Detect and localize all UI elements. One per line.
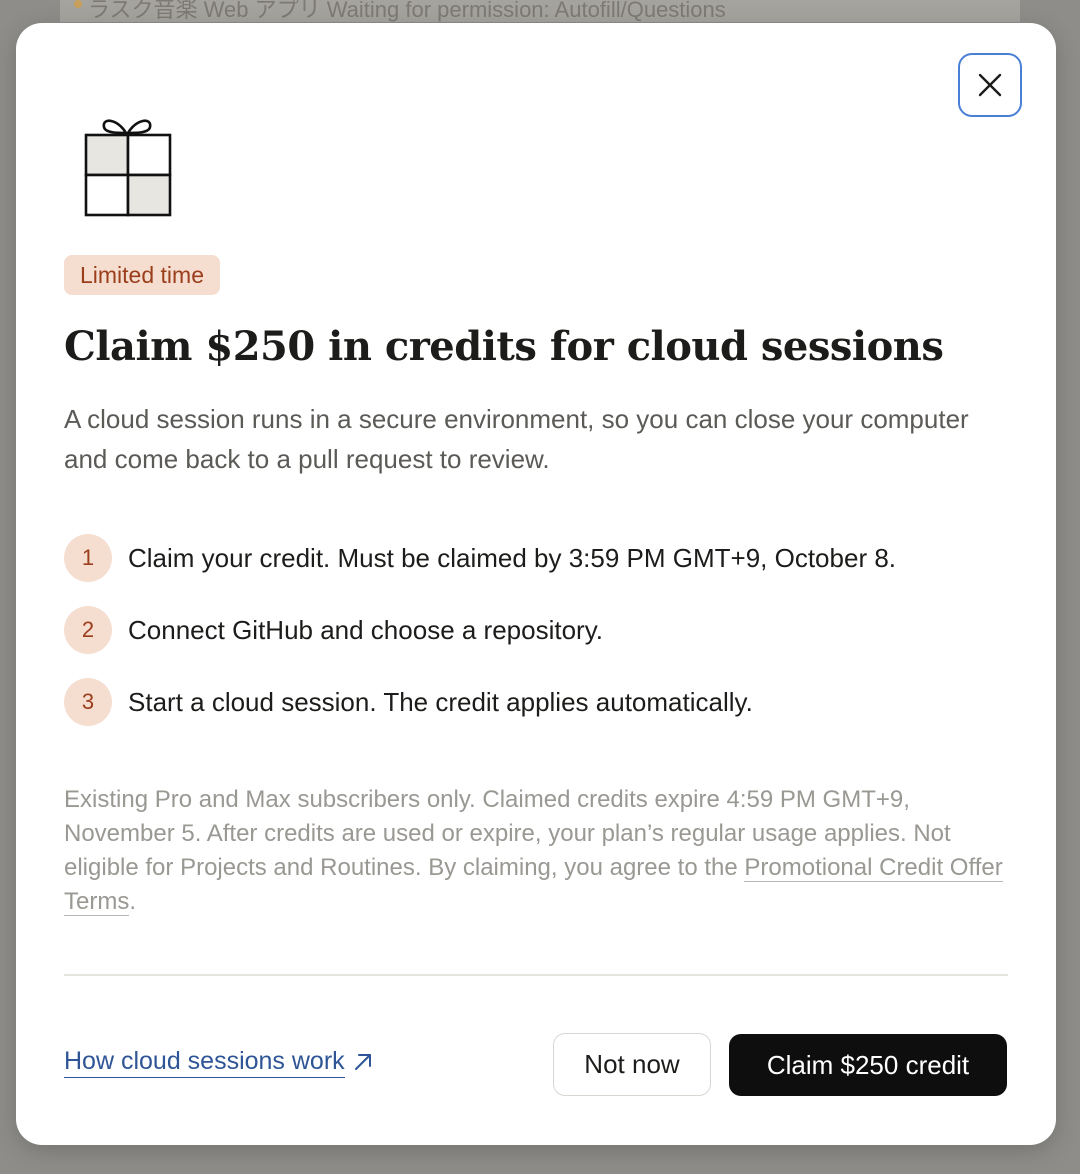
step-number: 3 — [64, 678, 112, 726]
not-now-button[interactable]: Not now — [553, 1033, 711, 1096]
how-cloud-sessions-work-link[interactable]: How cloud sessions work — [64, 1045, 373, 1078]
close-icon — [978, 73, 1002, 97]
step-item: 1 Claim your credit. Must be claimed by … — [64, 534, 1024, 582]
step-item: 3 Start a cloud session. The credit appl… — [64, 678, 1024, 726]
limited-time-badge: Limited time — [64, 255, 220, 295]
dialog-description: A cloud session runs in a secure environ… — [64, 404, 969, 474]
help-link-label: How cloud sessions work — [64, 1045, 345, 1078]
background-content-strip: ラスク音楽 Web アプリ Waiting for permission: Au… — [60, 0, 1020, 22]
fine-print-end: . — [129, 888, 137, 915]
step-text: Connect GitHub and choose a repository. — [128, 614, 604, 645]
step-number: 2 — [64, 606, 112, 654]
steps-list: 1 Claim your credit. Must be claimed by … — [64, 534, 1024, 750]
gift-icon — [84, 119, 172, 217]
status-dot — [74, 0, 82, 8]
footer-divider — [64, 974, 1008, 976]
step-number: 1 — [64, 534, 112, 582]
step-item: 2 Connect GitHub and choose a repository… — [64, 606, 1024, 654]
close-button[interactable] — [958, 53, 1022, 117]
claim-credit-button[interactable]: Claim $250 credit — [729, 1034, 1007, 1096]
background-text: ラスク音楽 Web アプリ Waiting for permission: Au… — [88, 0, 726, 22]
dialog-title: Claim $250 in credits for cloud sessions — [64, 323, 944, 370]
external-link-arrow-icon — [353, 1052, 373, 1072]
step-text: Claim your credit. Must be claimed by 3:… — [128, 542, 897, 573]
fine-print: Existing Pro and Max subscribers only. C… — [64, 783, 1014, 919]
claim-credits-dialog: Limited time Claim $250 in credits for c… — [16, 23, 1056, 1145]
step-text: Start a cloud session. The credit applie… — [128, 686, 753, 717]
